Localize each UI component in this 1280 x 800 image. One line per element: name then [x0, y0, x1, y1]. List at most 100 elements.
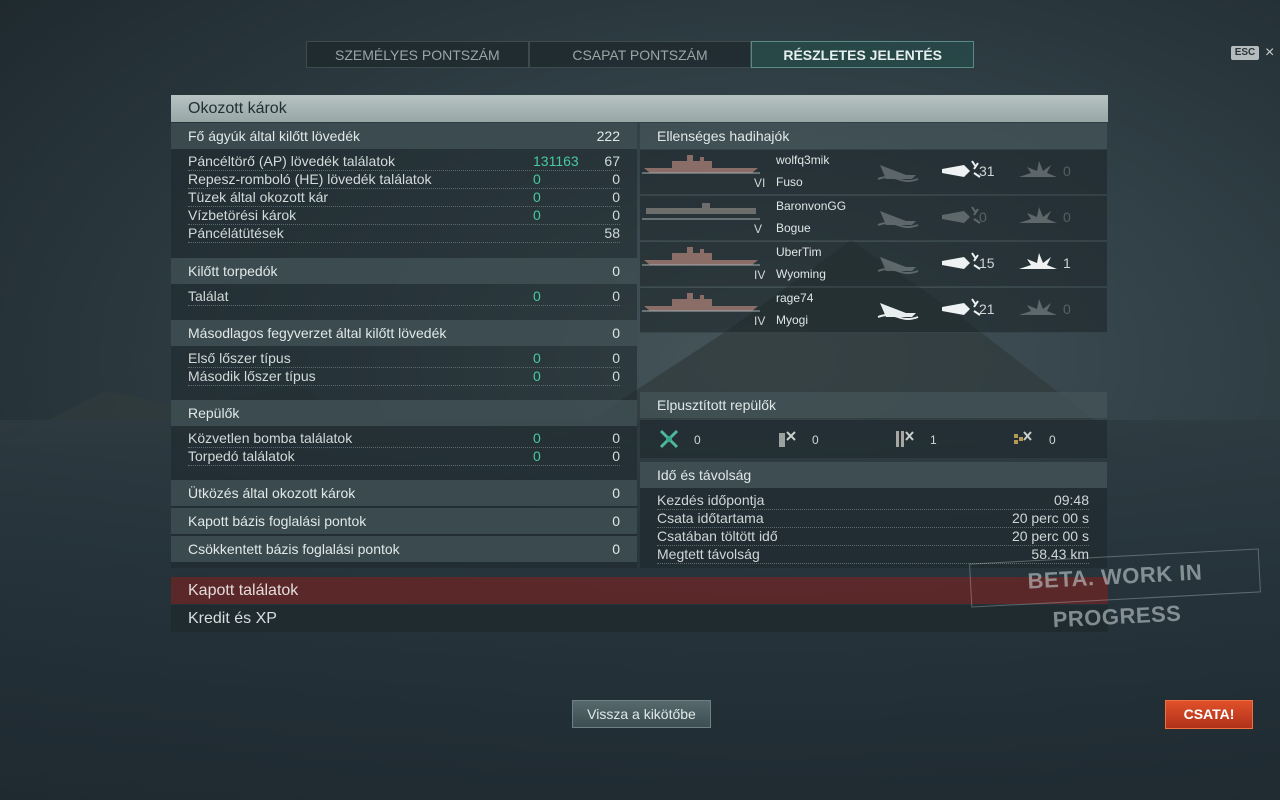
- stat-count: 0: [612, 448, 620, 464]
- start-time-row: Kezdés időpontja 09:48: [657, 491, 1089, 510]
- battle-duration-row: Csata időtartama 20 perc 00 s: [657, 509, 1089, 528]
- time-distance-header: Idő és távolság: [640, 462, 1107, 488]
- fire-hits-icon: [1019, 299, 1057, 315]
- battle-button[interactable]: CSATA!: [1165, 700, 1253, 729]
- stat-row: Páncélátütések 58: [188, 224, 620, 243]
- stat-label: Torpedó találatok: [188, 448, 295, 464]
- stat-count: 0: [612, 350, 620, 366]
- stat-count: 0: [612, 288, 620, 304]
- player-name: wolfq3mik: [776, 153, 830, 167]
- main-guns-label: Fő ágyúk által kilőtt lövedék: [188, 128, 360, 144]
- shell-hits-icon: [942, 206, 981, 224]
- stat-label: Tüzek által okozott kár: [188, 189, 329, 205]
- fighter-icon: [659, 429, 679, 449]
- stat-damage: 0: [533, 350, 541, 366]
- ship-tier: VI: [754, 176, 766, 190]
- received-hits-section[interactable]: Kapott találatok: [171, 577, 1108, 604]
- stat-count: 0: [612, 430, 620, 446]
- report-tabs: SZEMÉLYES PONTSZÁM CSAPAT PONTSZÁM RÉSZL…: [306, 41, 975, 68]
- stat-damage: 131163: [533, 153, 579, 169]
- stat-label: Második lőszer típus: [188, 368, 316, 384]
- stat-label: Első lőszer típus: [188, 350, 291, 366]
- enemy-ship-row: IV UberTim Wyoming 15 1: [640, 242, 1107, 287]
- bomber-count: 0: [812, 433, 819, 447]
- torpedoes-label: Kilőtt torpedók: [188, 263, 278, 279]
- stat-damage: 0: [533, 207, 541, 223]
- enemy-ship-row: VI wolfq3mik Fuso 31 0: [640, 150, 1107, 195]
- start-time-value: 09:48: [1053, 492, 1089, 508]
- decapture-header: Csökkentett bázis foglalási pontok 0: [171, 536, 637, 562]
- fire-hits-icon: [1019, 207, 1057, 223]
- stat-damage: 0: [533, 448, 541, 464]
- stat-damage: 0: [533, 171, 541, 187]
- stat-row: Páncéltörő (AP) lövedék találatok 131163 6…: [188, 152, 620, 171]
- close-icon[interactable]: ×: [1265, 44, 1274, 62]
- ship-silhouette-icon: [642, 247, 760, 266]
- tab-team-score[interactable]: CSAPAT PONTSZÁM: [528, 41, 752, 68]
- stat-damage: 0: [533, 288, 541, 304]
- distance-label: Megtett távolság: [657, 546, 760, 562]
- ramming-label: Ütközés által okozott károk: [188, 485, 356, 501]
- stat-count: 67: [604, 153, 620, 169]
- time-distance-panel: Kezdés időpontja 09:48 Csata időtartama …: [640, 488, 1107, 568]
- torpedo-bomber-icon: [896, 431, 914, 447]
- planes-header: Repülők: [171, 400, 637, 426]
- stat-count: 58: [604, 225, 620, 241]
- stat-damage: 0: [533, 368, 541, 384]
- stat-row: Repesz-romboló (HE) lövedék találatok 0 0: [188, 170, 620, 189]
- ship-name: Bogue: [776, 221, 811, 235]
- main-guns-value: 222: [596, 128, 620, 144]
- fire-hits-icon: [1019, 161, 1057, 177]
- ship-tier: V: [754, 222, 763, 236]
- ship-name: Fuso: [776, 175, 803, 189]
- ship-silhouette-icon: [642, 155, 760, 174]
- fire-hits-count: 0: [1063, 301, 1071, 317]
- stat-count: 0: [612, 189, 620, 205]
- stat-damage: 0: [533, 189, 541, 205]
- stat-label: Vízbetörési károk: [188, 207, 297, 223]
- battle-duration-value: 20 perc 00 s: [1011, 510, 1089, 526]
- shell-hits-count: 15: [979, 255, 995, 271]
- stat-count: 0: [612, 171, 620, 187]
- ship-tier: IV: [754, 314, 766, 328]
- player-name: rage74: [776, 291, 814, 305]
- secondary-value: 0: [612, 325, 620, 341]
- stat-label: Találat: [188, 288, 229, 304]
- start-time-label: Kezdés időpontja: [657, 492, 765, 508]
- torpedoes-value: 0: [612, 263, 620, 279]
- stat-row: Második lőszer típus 0 0: [188, 367, 620, 386]
- sunk-ship-icon: [877, 165, 919, 182]
- tab-detailed-report[interactable]: RÉSZLETES JELENTÉS: [751, 41, 975, 68]
- fighter-count: 0: [694, 433, 701, 447]
- stat-row: Vízbetörési károk 0 0: [188, 206, 620, 225]
- fire-hits-count: 0: [1063, 209, 1071, 225]
- enemy-ships-header: Ellenséges hadihajók: [640, 123, 1107, 149]
- stat-label: Repesz-romboló (HE) lövedék találatok: [188, 171, 432, 187]
- stat-count: 0: [612, 368, 620, 384]
- sunk-ship-icon: [877, 257, 919, 274]
- credit-xp-section[interactable]: Kredit és XP: [171, 605, 1108, 632]
- fire-hits-count: 1: [1063, 255, 1071, 271]
- damage-stats-panel: Fő ágyúk által kilőtt lövedék 222 Páncél…: [171, 123, 637, 568]
- player-name: UberTim: [776, 245, 822, 259]
- stat-label: Közvetlen bomba találatok: [188, 430, 353, 446]
- stat-row: Első lőszer típus 0 0: [188, 349, 620, 368]
- dive-bomber-icon: [1014, 431, 1032, 444]
- torpedoes-header: Kilőtt torpedók 0: [171, 258, 637, 284]
- secondary-header: Másodlagos fegyverzet által kilőtt löved…: [171, 320, 637, 346]
- stat-row: Találat 0 0: [188, 287, 620, 306]
- capture-header: Kapott bázis foglalási pontok 0: [171, 508, 637, 534]
- bomber-icon: [779, 431, 796, 447]
- shell-hits-count: 31: [979, 163, 995, 179]
- stat-count: 0: [612, 207, 620, 223]
- esc-key-badge[interactable]: ESC: [1231, 46, 1259, 60]
- player-name: BaronvonGG: [776, 199, 847, 213]
- back-to-port-button[interactable]: Vissza a kikötőbe: [572, 700, 711, 728]
- capture-value: 0: [612, 513, 620, 529]
- planes-destroyed-header: Elpusztított repülők: [640, 392, 1107, 418]
- tab-personal-score[interactable]: SZEMÉLYES PONTSZÁM: [306, 41, 529, 68]
- shell-hits-count: 21: [979, 301, 995, 317]
- fire-hits-count: 0: [1063, 163, 1071, 179]
- damage-section-title[interactable]: Okozott károk: [171, 95, 1108, 122]
- sunk-ship-icon: [877, 211, 919, 228]
